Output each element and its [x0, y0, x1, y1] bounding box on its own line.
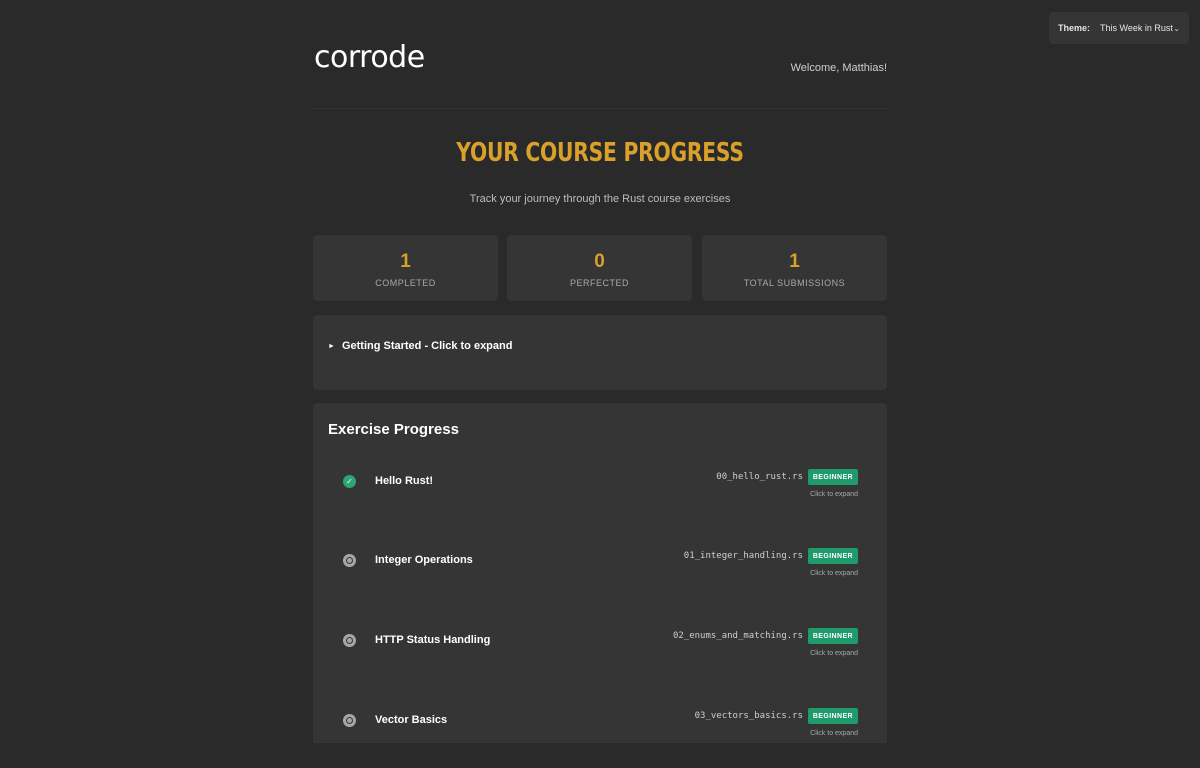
exercise-item[interactable]: Vector Basics 03_vectors_basics.rs BEGIN…: [313, 708, 887, 768]
stat-label: PERFECTED: [569, 278, 629, 288]
triangle-right-icon: ►: [328, 342, 335, 350]
welcome-text: Welcome, Matthias!: [790, 62, 887, 74]
exercise-title: Integer Operations: [375, 554, 473, 566]
stat-label: COMPLETED: [375, 278, 436, 288]
getting-started-toggle[interactable]: ► Getting Started - Click to expand: [328, 340, 512, 352]
exercise-file: 01_integer_handling.rs: [683, 551, 803, 561]
exercise-item[interactable]: Integer Operations 01_integer_handling.r…: [313, 548, 887, 608]
exercise-title: HTTP Status Handling: [375, 634, 491, 646]
exercise-file: 00_hello_rust.rs: [716, 472, 803, 482]
exercise-item[interactable]: HTTP Status Handling 02_enums_and_matchi…: [313, 628, 887, 688]
exercise-file: 02_enums_and_matching.rs: [672, 631, 803, 641]
exercise-title: Vector Basics: [375, 714, 448, 726]
page-container: corrode Welcome, Matthias! YOUR COURSE P…: [313, 0, 887, 743]
stat-value: 0: [594, 251, 605, 272]
exercise-progress-panel: Exercise Progress ✓ Hello Rust! 00_hello…: [313, 403, 887, 743]
stat-label: TOTAL SUBMISSIONS: [743, 278, 846, 288]
expand-hint[interactable]: Click to expand: [810, 650, 858, 657]
stat-perfected: 0 PERFECTED: [507, 235, 692, 301]
stat-value: 1: [789, 251, 800, 272]
expand-hint[interactable]: Click to expand: [810, 730, 858, 737]
exercise-file: 03_vectors_basics.rs: [694, 711, 803, 721]
theme-selector[interactable]: Theme: This Week in Rust ⌄: [1049, 12, 1189, 44]
chevron-down-icon[interactable]: ⌄: [1173, 24, 1180, 33]
theme-label: Theme:: [1058, 23, 1091, 33]
level-badge: BEGINNER: [807, 628, 858, 644]
stats-row: 1 COMPLETED 0 PERFECTED 1 TOTAL SUBMISSI…: [313, 235, 887, 301]
expand-hint[interactable]: Click to expand: [810, 491, 858, 498]
expand-hint[interactable]: Click to expand: [810, 570, 858, 577]
level-badge: BEGINNER: [807, 708, 858, 724]
clock-icon: [343, 714, 356, 727]
exercise-item[interactable]: ✓ Hello Rust! 00_hello_rust.rs BEGINNER …: [313, 469, 887, 529]
clock-icon: [343, 554, 356, 567]
stat-total-submissions: 1 TOTAL SUBMISSIONS: [702, 235, 887, 301]
exercise-title: Hello Rust!: [375, 475, 434, 487]
header: corrode Welcome, Matthias!: [313, 0, 887, 109]
page-title: YOUR COURSE PROGRESS: [456, 138, 744, 168]
clock-icon: [343, 634, 356, 647]
stat-completed: 1 COMPLETED: [313, 235, 498, 301]
getting-started-label: Getting Started - Click to expand: [341, 340, 513, 352]
logo[interactable]: corrode: [314, 40, 425, 75]
stat-value: 1: [400, 251, 411, 272]
getting-started-panel[interactable]: ► Getting Started - Click to expand: [313, 315, 887, 390]
level-badge: BEGINNER: [807, 469, 858, 485]
theme-value[interactable]: This Week in Rust: [1100, 23, 1173, 33]
page-subtitle: Track your journey through the Rust cour…: [469, 193, 731, 205]
check-circle-icon: ✓: [343, 475, 356, 488]
section-heading: Exercise Progress: [328, 421, 459, 438]
level-badge: BEGINNER: [807, 548, 858, 564]
